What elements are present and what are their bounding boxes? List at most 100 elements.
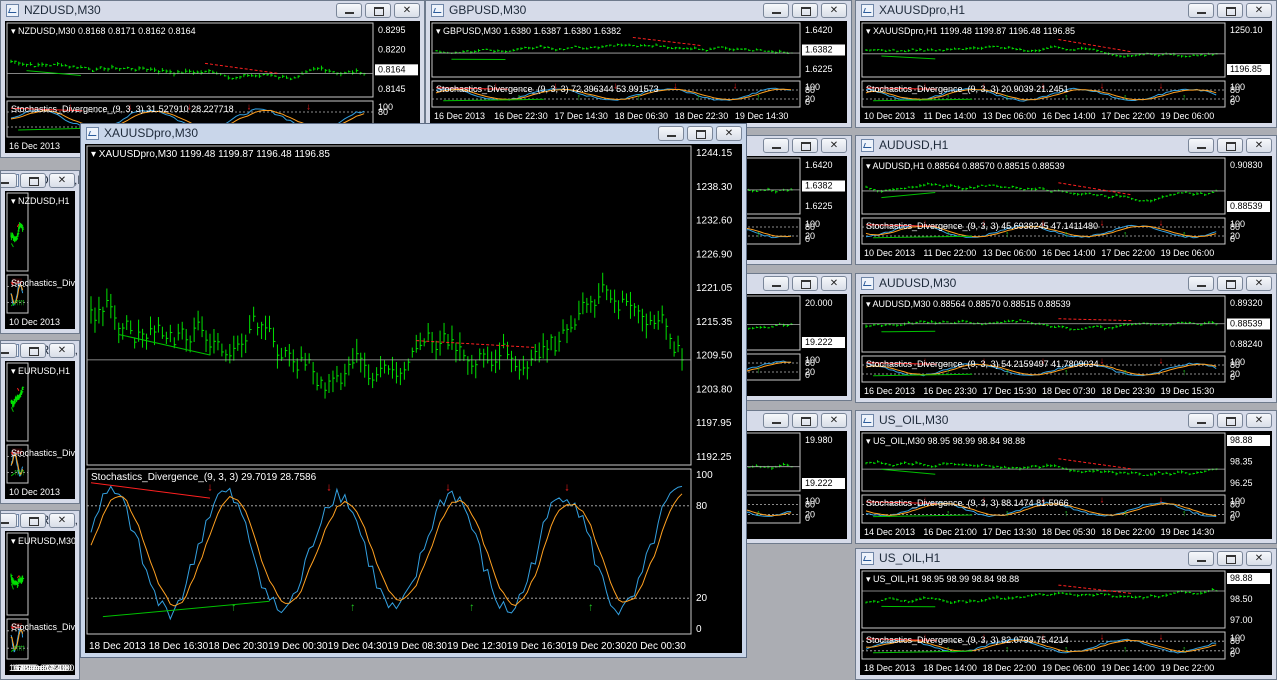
sell-arrow-icon: ↓ <box>1100 356 1105 366</box>
close-button[interactable]: ✕ <box>49 343 75 358</box>
sell-arrow-icon: ↓ <box>1159 495 1164 505</box>
chart-window-audusd-m30[interactable]: AUDUSD,M30 ✕ ↓ ↑ ↓ ↑ ↓ ↑ ↓ ↑ ↓ ↑ ▾ AUDUSD,M30 0.8856… <box>855 273 1277 403</box>
window-titlebar[interactable]: US_OIL,M30 ✕ <box>856 411 1276 431</box>
window-controls: ✕ <box>1188 3 1272 18</box>
chart-canvas[interactable]: ↓↑↓↑↓↑↓↑↓↑▾ US_OIL,H1 98.95 98.99 98.84 … <box>860 569 1272 675</box>
price-tick-label: 0.8145 <box>378 84 406 94</box>
chart-canvas[interactable]: ↓ ↑ ↓ ↑ ↓ ↑ ↓ ↑ ▾ XAUUSDpro,M30 1199.48 1199.87 … <box>85 144 742 653</box>
chart-area[interactable]: ↓ ↑ ↓ ↑ ↓ ↑ ↓ ↑ ↓ ↑ ▾ EURUSD,H1 Stochastics_Dive 10 … <box>5 361 75 499</box>
maximize-button[interactable] <box>792 138 818 153</box>
maximize-button[interactable] <box>20 513 46 528</box>
minimize-button[interactable] <box>1 173 17 188</box>
time-axis-label: 20 Dec 00:30 <box>626 641 686 652</box>
time-axis-label: 19 Dec 20:30 <box>567 641 627 652</box>
price-tick-label: 1250.10 <box>1230 25 1263 35</box>
close-button[interactable]: ✕ <box>716 126 742 141</box>
window-titlebar[interactable]: NZDUSD,M30 ✕ <box>1 1 424 21</box>
window-titlebar[interactable]: XAUUSDpro,M30 ✕ <box>81 124 746 144</box>
minimize-button[interactable] <box>1 343 17 358</box>
minimize-button[interactable] <box>763 413 789 428</box>
close-button[interactable]: ✕ <box>49 513 75 528</box>
maximize-button[interactable] <box>687 126 713 141</box>
maximize-button[interactable] <box>792 413 818 428</box>
close-button[interactable]: ✕ <box>1246 276 1272 291</box>
minimize-button[interactable] <box>336 3 362 18</box>
chart-area[interactable]: ↓ ↑ ↓ ↑ ↓ ↑ ↓ ↑ ↓ ↑ ▾ GBPUSD,M30 1.6380 1.6387 1.6… <box>430 21 847 123</box>
window-titlebar[interactable]: EURUSD,M30✕ <box>1 511 79 531</box>
chart-window-xauusdpro-m30[interactable]: XAUUSDpro,M30 ✕ ↓ ↑ ↓ ↑ ↓ ↑ ↓ ↑ ▾ XAUUSDpro,M30 11… <box>80 123 747 658</box>
oscillator-tick-label: 80 <box>696 501 708 512</box>
window-titlebar[interactable]: XAUUSDpro,H1 ✕ <box>856 1 1276 21</box>
maximize-icon <box>801 142 811 151</box>
chart-window-eurusd-h1[interactable]: EURUSD,H1✕↓↑↓↑↓↑↓↑↓↑▾ EURUSD,H1Stochasti… <box>0 340 80 504</box>
chart-window-xauusdpro-h1[interactable]: XAUUSDpro,H1 ✕ ↓ ↑ ↓ ↑ ↓ ↑ ↓ ↑ ↓ ↑ ▾ XAUUSDpro,H1 11… <box>855 0 1277 128</box>
close-button[interactable]: ✕ <box>1246 551 1272 566</box>
chart-canvas[interactable]: ↓↑↓↑↓↑↓↑↓↑▾ GBPUSD,M30 1.6380 1.6387 1.6… <box>430 21 847 123</box>
close-button[interactable]: ✕ <box>821 276 847 291</box>
chart-window-audusd-h1[interactable]: AUDUSD,H1 ✕ ↓ ↑ ↓ ↑ ↓ ↑ ↓ ↑ ↓ ↑ ▾ AUDUSD,H1 0.88564 … <box>855 135 1277 265</box>
chart-canvas[interactable]: ↓↑↓↑↓↑↓↑↓↑▾ US_OIL,M30 98.95 98.99 98.84… <box>860 431 1272 539</box>
minimize-button[interactable] <box>1188 276 1214 291</box>
minimize-button[interactable] <box>763 3 789 18</box>
window-titlebar[interactable]: GBPUSD,M30 ✕ <box>426 1 851 21</box>
close-button[interactable]: ✕ <box>821 138 847 153</box>
chart-canvas[interactable]: ↓↑↓↑↓↑↓↑↓↑▾ EURUSD,M30Stochastics_Dive16… <box>5 531 75 675</box>
time-axis-label: 19 Dec 22:00 <box>1161 663 1215 673</box>
maximize-button[interactable] <box>20 173 46 188</box>
chart-window-us-oil-m30[interactable]: US_OIL,M30 ✕ ↓ ↑ ↓ ↑ ↓ ↑ ↓ ↑ ↓ ↑ ▾ US_OIL,M30 98.95 … <box>855 410 1277 544</box>
price-tick-label: 98.88 <box>1230 573 1253 583</box>
buy-arrow-icon: ↑ <box>1182 508 1187 518</box>
window-titlebar[interactable]: NZDUSD,H1✕ <box>1 171 79 191</box>
maximize-button[interactable] <box>1217 413 1243 428</box>
window-titlebar[interactable]: AUDUSD,H1 ✕ <box>856 136 1276 156</box>
chart-window-nzdusd-h1[interactable]: NZDUSD,H1✕↓↑↓↑↓↑↓↑↓↑▾ NZDUSD,H1Stochasti… <box>0 170 80 334</box>
close-button[interactable]: ✕ <box>1246 3 1272 18</box>
chart-area[interactable]: ↓ ↑ ↓ ↑ ↓ ↑ ↓ ↑ ↓ ↑ ▾ AUDUSD,M30 0.88564 0.88570 0… <box>860 294 1272 398</box>
chart-canvas[interactable]: ↓↑↓↑↓↑↓↑↓↑▾ AUDUSD,M30 0.88564 0.88570 0… <box>860 294 1272 398</box>
minimize-button[interactable] <box>1188 3 1214 18</box>
chart-area[interactable]: ↓ ↑ ↓ ↑ ↓ ↑ ↓ ↑ ↓ ↑ ▾ US_OIL,H1 98.95 98.99 98.84 … <box>860 569 1272 675</box>
close-button[interactable]: ✕ <box>394 3 420 18</box>
maximize-button[interactable] <box>20 343 46 358</box>
bullish-divergence-line <box>26 70 81 77</box>
chart-canvas[interactable]: ↓↑↓↑↓↑↓↑↓↑▾ XAUUSDpro,H1 1199.48 1199.87… <box>860 21 1272 123</box>
chart-area[interactable]: ↓ ↑ ↓ ↑ ↓ ↑ ↓ ↑ ↓ ↑ ▾ XAUUSDpro,H1 1199.48 1199.87… <box>860 21 1272 123</box>
minimize-button[interactable] <box>1188 413 1214 428</box>
maximize-button[interactable] <box>1217 276 1243 291</box>
chart-area[interactable]: ↓ ↑ ↓ ↑ ↓ ↑ ↓ ↑ ▾ XAUUSDpro,M30 1199.48 1199.87 … <box>85 144 742 653</box>
chart-area[interactable]: ↓ ↑ ↓ ↑ ↓ ↑ ↓ ↑ ↓ ↑ ▾ EURUSD,M30 Stochastics_Dive 16… <box>5 531 75 675</box>
chart-window-eurusd-m30[interactable]: EURUSD,M30✕↓↑↓↑↓↑↓↑↓↑▾ EURUSD,M30Stochas… <box>0 510 80 680</box>
chart-window-us-oil-h1[interactable]: US_OIL,H1 ✕ ↓ ↑ ↓ ↑ ↓ ↑ ↓ ↑ ↓ ↑ ▾ US_OIL,H1 98.95 98… <box>855 548 1277 680</box>
maximize-button[interactable] <box>792 3 818 18</box>
maximize-button[interactable] <box>1217 3 1243 18</box>
close-button[interactable]: ✕ <box>1246 138 1272 153</box>
maximize-button[interactable] <box>792 276 818 291</box>
minimize-button[interactable] <box>1188 138 1214 153</box>
chart-area[interactable]: ↓ ↑ ↓ ↑ ↓ ↑ ↓ ↑ ↓ ↑ ▾ AUDUSD,H1 0.88564 0.88570 0.… <box>860 156 1272 260</box>
maximize-button[interactable] <box>365 3 391 18</box>
minimize-button[interactable] <box>763 276 789 291</box>
window-titlebar[interactable]: EURUSD,H1✕ <box>1 341 79 361</box>
close-button[interactable]: ✕ <box>1246 413 1272 428</box>
chart-area[interactable]: ↓ ↑ ↓ ↑ ↓ ↑ ↓ ↑ ↓ ↑ ▾ US_OIL,M30 98.95 98.99 98.84… <box>860 431 1272 539</box>
minimize-icon <box>1197 12 1206 14</box>
chart-window-icon <box>861 4 874 17</box>
minimize-button[interactable] <box>1188 551 1214 566</box>
close-button[interactable]: ✕ <box>821 3 847 18</box>
time-axis-label: 18 Dec 23:30 <box>1101 386 1155 396</box>
minimize-button[interactable] <box>763 138 789 153</box>
maximize-button[interactable] <box>1217 138 1243 153</box>
oscillator-label: Stochastics_Divergence_(9, 3, 3) 88.1474… <box>866 498 1069 508</box>
minimize-button[interactable] <box>1 513 17 528</box>
chart-canvas[interactable]: ↓↑↓↑↓↑↓↑↓↑▾ NZDUSD,H1Stochastics_Diver10… <box>5 191 75 329</box>
minimize-button[interactable] <box>658 126 684 141</box>
chart-canvas[interactable]: ↓↑↓↑↓↑↓↑↓↑▾ EURUSD,H1Stochastics_Dive10 … <box>5 361 75 499</box>
chart-canvas[interactable]: ↓↑↓↑↓↑↓↑↓↑▾ AUDUSD,H1 0.88564 0.88570 0.… <box>860 156 1272 260</box>
window-titlebar[interactable]: AUDUSD,M30 ✕ <box>856 274 1276 294</box>
window-titlebar[interactable]: US_OIL,H1 ✕ <box>856 549 1276 569</box>
chart-window-gbpusd-m30[interactable]: GBPUSD,M30 ✕ ↓ ↑ ↓ ↑ ↓ ↑ ↓ ↑ ↓ ↑ ▾ GBPUSD,M30 1.6380… <box>425 0 852 128</box>
close-button[interactable]: ✕ <box>49 173 75 188</box>
close-button[interactable]: ✕ <box>821 413 847 428</box>
chart-area[interactable]: ↓↑↓↑↓↑↓↑↓↑▾ NZDUSD,H1Stochastics_Diver10… <box>5 191 75 329</box>
maximize-button[interactable] <box>1217 551 1243 566</box>
